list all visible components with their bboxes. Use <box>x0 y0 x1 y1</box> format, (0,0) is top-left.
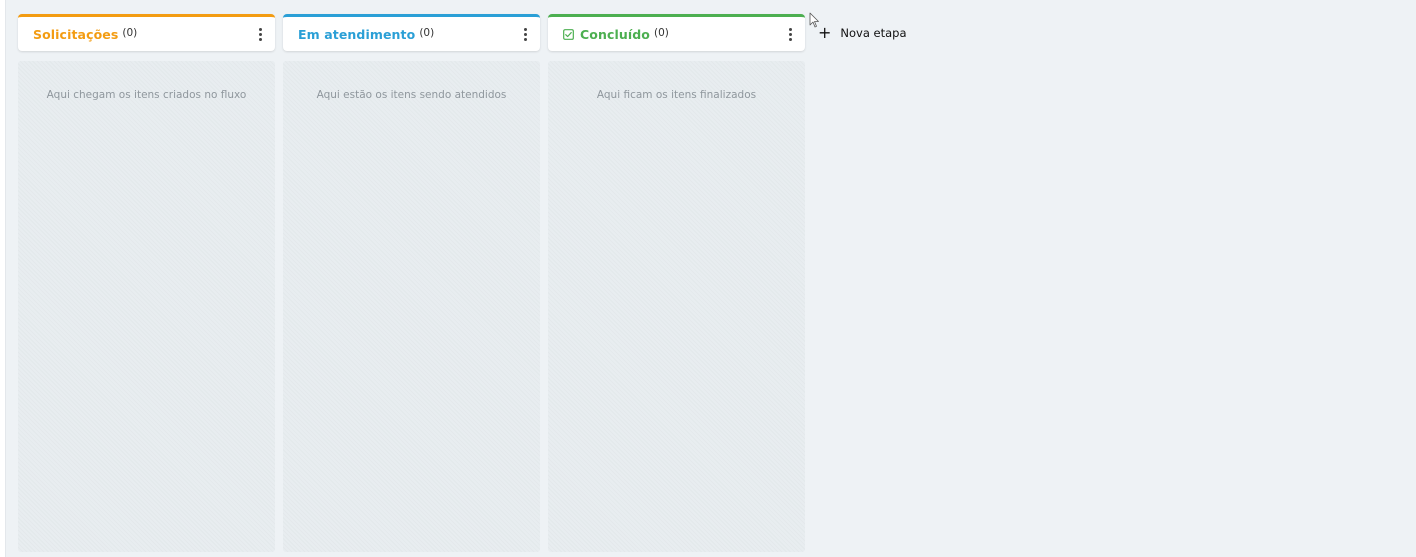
column-header-solicitacoes[interactable]: Solicitações (0) <box>18 14 275 51</box>
more-vertical-icon[interactable] <box>783 25 797 43</box>
column-title: Concluído <box>580 26 650 42</box>
kanban-board: Solicitações (0) Aqui chegam os itens cr… <box>18 14 805 552</box>
empty-state-text: Aqui ficam os itens finalizados <box>596 89 757 101</box>
column-count: (0) <box>122 27 138 39</box>
column-title: Em atendimento <box>298 26 416 42</box>
mouse-pointer-icon <box>809 12 819 28</box>
column-em-atendimento: Em atendimento (0) Aqui estão os itens s… <box>283 14 540 552</box>
column-concluido: Concluído (0) Aqui ficam os itens finali… <box>548 14 805 552</box>
column-count: (0) <box>419 27 435 39</box>
add-stage-button[interactable]: + Nova etapa <box>818 25 907 41</box>
more-vertical-icon[interactable] <box>518 25 532 43</box>
empty-state-text: Aqui chegam os itens criados no fluxo <box>46 89 247 101</box>
check-square-icon <box>563 28 574 40</box>
left-edge <box>0 0 6 557</box>
empty-state-text: Aqui estão os itens sendo atendidos <box>316 89 507 101</box>
add-stage-label: Nova etapa <box>840 26 907 40</box>
drop-zone-concluido[interactable]: Aqui ficam os itens finalizados <box>548 61 805 552</box>
column-count: (0) <box>653 27 669 39</box>
drop-zone-solicitacoes[interactable]: Aqui chegam os itens criados no fluxo <box>18 61 275 552</box>
column-header-em-atendimento[interactable]: Em atendimento (0) <box>283 14 540 51</box>
column-header-concluido[interactable]: Concluído (0) <box>548 14 805 51</box>
column-solicitacoes: Solicitações (0) Aqui chegam os itens cr… <box>18 14 275 552</box>
column-title: Solicitações <box>33 26 119 42</box>
drop-zone-em-atendimento[interactable]: Aqui estão os itens sendo atendidos <box>283 61 540 552</box>
more-vertical-icon[interactable] <box>253 25 267 43</box>
plus-icon: + <box>818 23 832 42</box>
